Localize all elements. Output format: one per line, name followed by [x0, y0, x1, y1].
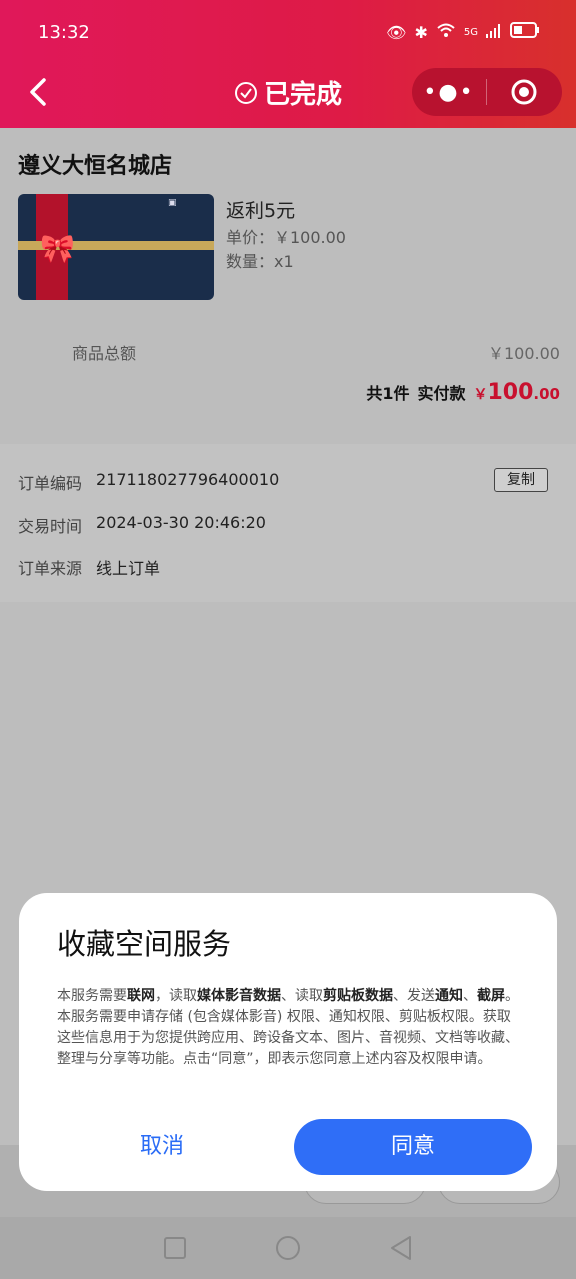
paid-row: 共1件 实付款 ￥100.00: [366, 380, 560, 405]
gift-bow-icon: 🎀: [40, 232, 75, 265]
permission-dialog: 收藏空间服务 本服务需要联网，读取媒体影音数据、读取剪贴板数据、发送通知、截屏。…: [19, 893, 557, 1191]
order-code-value: 217118027796400010: [96, 470, 280, 489]
signal-icon: [486, 23, 502, 42]
order-info-card: 订单编码 217118027796400010 复制 交易时间 2024-03-…: [0, 444, 576, 602]
home-icon[interactable]: [275, 1235, 301, 1261]
order-code-row: 订单编码 217118027796400010: [18, 470, 279, 494]
paid-amount: ￥100.00: [473, 380, 560, 405]
cancel-button[interactable]: 取消: [57, 1119, 267, 1175]
dialog-title: 收藏空间服务: [57, 927, 232, 961]
dialog-body-bold: 媒体影音数据: [197, 988, 281, 1004]
paid-dec: .00: [533, 385, 560, 403]
trade-time-row: 交易时间 2024-03-30 20:46:20: [18, 513, 266, 537]
copy-button[interactable]: 复制: [494, 468, 548, 492]
item-count: 共1件: [366, 384, 410, 403]
product-quantity: 数量：x1: [226, 252, 294, 271]
brand-logo: ▣: [168, 198, 177, 208]
product-image[interactable]: 🎀 ▣: [18, 194, 214, 300]
product-price: 单价：￥100.00: [226, 228, 346, 247]
mini-program-capsule: •●•: [412, 68, 562, 116]
status-icons: 👁 ✱ 5G: [386, 22, 540, 42]
header-bar: 13:32 👁 ✱ 5G 已完成 •●•: [0, 0, 576, 128]
dialog-body-bold: 通知: [435, 988, 463, 1004]
order-source-row: 订单来源 线上订单: [18, 555, 160, 579]
target-icon: [511, 79, 537, 105]
dialog-body-text: 本服务需要: [57, 988, 127, 1004]
page-title-text: 已完成: [263, 80, 342, 110]
agree-button[interactable]: 同意: [294, 1119, 532, 1175]
dialog-body-bold: 剪贴板数据: [323, 988, 393, 1004]
dialog-body-text: 、: [463, 988, 477, 1004]
store-name: 遵义大恒名城店: [18, 154, 173, 179]
dialog-body: 本服务需要联网，读取媒体影音数据、读取剪贴板数据、发送通知、截屏。本服务需要申请…: [57, 986, 521, 1070]
check-circle-icon: [234, 81, 257, 104]
network-label: 5G: [463, 26, 478, 38]
order-code-label: 订单编码: [18, 474, 83, 493]
recent-apps-icon[interactable]: [163, 1236, 187, 1260]
store-card: 遵义大恒名城店 🎀 ▣ 返利5元 单价：￥100.00 数量：x1 商品总额 ￥…: [0, 128, 576, 426]
wifi-icon: [436, 22, 456, 42]
dialog-body-bold: 联网: [127, 988, 155, 1004]
system-nav-bar: [0, 1217, 576, 1279]
eye-icon: 👁: [386, 22, 407, 42]
dialog-body-text: ，读取: [155, 988, 197, 1004]
order-source-label: 订单来源: [18, 559, 83, 578]
more-button[interactable]: •●•: [412, 80, 486, 105]
dialog-body-text: 、读取: [281, 988, 323, 1004]
bluetooth-icon: ✱: [414, 22, 428, 42]
trade-time-value: 2024-03-30 20:46:20: [96, 513, 266, 532]
paid-int: 100: [487, 380, 534, 405]
order-source-value: 线上订单: [96, 559, 161, 578]
status-time: 13:32: [38, 22, 90, 43]
trade-time-label: 交易时间: [18, 517, 83, 536]
product-name: 返利5元: [226, 200, 296, 222]
total-label: 商品总额: [72, 344, 137, 363]
dialog-body-text: 、发送: [393, 988, 435, 1004]
back-nav-icon[interactable]: [389, 1235, 413, 1261]
total-value: ￥100.00: [488, 344, 560, 363]
dialog-body-bold: 截屏: [477, 988, 505, 1004]
battery-icon: [510, 22, 540, 42]
paid-symbol: ￥: [473, 387, 488, 403]
close-target-button[interactable]: [487, 78, 561, 106]
paid-label: 实付款: [417, 384, 466, 403]
